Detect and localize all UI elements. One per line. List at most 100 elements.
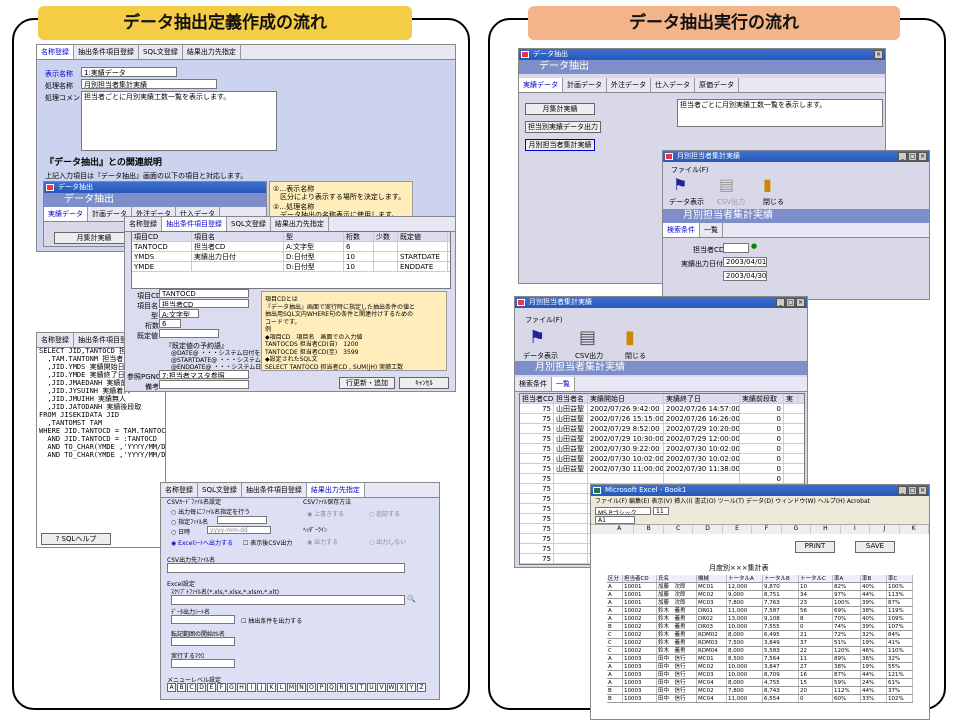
save-append[interactable]: ○ 追記する bbox=[369, 509, 400, 518]
menu-level-checkbox[interactable]: H bbox=[237, 683, 246, 692]
close-icon[interactable]: × bbox=[874, 50, 883, 59]
menu-level-checkbox[interactable]: Y bbox=[407, 683, 416, 692]
close-icon[interactable]: × bbox=[918, 486, 927, 495]
r1-tab-plan[interactable]: 計画データ bbox=[563, 78, 607, 92]
save-overwrite[interactable]: ◉ 上書きする bbox=[307, 509, 344, 518]
tab-output[interactable]: 結果出力先指定 bbox=[183, 45, 241, 59]
date-from-field[interactable]: 2003/04/01 bbox=[723, 257, 767, 267]
menu-level-checkbox[interactable]: C bbox=[187, 683, 196, 692]
report-row[interactable]: C 10002 鈴木 義男 RDM03 7,500 3,849 37 51% 19% 41% bbox=[607, 639, 913, 647]
table-row[interactable]: YMDE D:日付型 10 ENDDATE bbox=[132, 262, 450, 272]
process-name-field[interactable]: 月別担当者集計実績 bbox=[81, 79, 217, 89]
r2-btn-show[interactable]: データ表示 bbox=[669, 197, 704, 207]
excel-menu[interactable]: ファイル(F) 編集(E) 表示(V) 挿入(I) 書式(O) ツール(T) デ… bbox=[591, 496, 929, 505]
menu-level-checkbox[interactable]: U bbox=[367, 683, 376, 692]
report-row[interactable]: A 10002 鈴木 義男 DR01 11,000 7,587 56 69% 38% 119% bbox=[607, 607, 913, 615]
item-name-field[interactable]: 担当者CD bbox=[159, 299, 249, 308]
menu-level-checkbox[interactable]: A bbox=[167, 683, 176, 692]
r3-btn-close[interactable]: 閉じる bbox=[625, 351, 646, 361]
opt-fixed-name[interactable]: ○ 指定ﾌｧｲﾙ名 bbox=[171, 517, 208, 526]
monthly-actual-button[interactable]: 月集計実績 bbox=[525, 103, 595, 115]
person-code-field[interactable] bbox=[723, 243, 749, 253]
table-row[interactable]: 75 山田益聖 2002/07/29 10:30:00 2002/07/29 12:0… bbox=[520, 434, 804, 444]
table-row[interactable]: 75 山田益聖 2002/07/29 8:52:00 2002/07/29 10:20… bbox=[520, 424, 804, 434]
table-row[interactable]: 75 山田益聖 2002/07/30 11:00:00 2002/07/30 11:3… bbox=[520, 464, 804, 474]
report-row[interactable]: A 10003 田中 信行 MC04 8,000 4,755 15 59% 24% 61% bbox=[607, 679, 913, 687]
menu-level-checkbox[interactable]: B bbox=[177, 683, 186, 692]
tab-name-registration[interactable]: 名称登録 bbox=[37, 45, 74, 59]
w2-tab-condition[interactable]: 抽出条件項目登録 bbox=[162, 217, 227, 231]
minimize-icon[interactable]: _ bbox=[898, 152, 907, 161]
r3-tab-search[interactable]: 検索条件 bbox=[515, 377, 552, 391]
header-no-output[interactable]: ○ 出力しない bbox=[369, 537, 406, 546]
item-code-field[interactable]: TANTOCD bbox=[159, 289, 249, 298]
minimize-icon[interactable]: _ bbox=[898, 486, 907, 495]
report-row[interactable]: B 10003 田中 信行 MC02 7,800 8,743 20 112% 44% 37% bbox=[607, 687, 913, 695]
w4-tab-name[interactable]: 名称登録 bbox=[161, 483, 198, 497]
w2-tab-output[interactable]: 結果出力先指定 bbox=[271, 217, 329, 231]
menu-level-checkbox[interactable]: M bbox=[287, 683, 296, 692]
mini-tab-actual[interactable]: 実績データ bbox=[44, 207, 88, 221]
menu-level-checkbox[interactable]: S bbox=[347, 683, 356, 692]
fixed-name-field[interactable] bbox=[217, 516, 267, 524]
menu-level-checkbox[interactable]: X bbox=[397, 683, 406, 692]
r2-menu[interactable]: ファイル(F) bbox=[671, 165, 709, 175]
mini-monthly-button[interactable]: 月集計実績 bbox=[54, 232, 134, 244]
opt-datetime[interactable]: ○ 日時 bbox=[171, 527, 190, 536]
r3-btn-csv[interactable]: CSV出力 bbox=[575, 351, 603, 361]
report-row[interactable]: B 10003 田中 信行 MC04 11,000 6,554 0 60% 33% 102% bbox=[607, 695, 913, 703]
excel-print-button[interactable]: PRINT bbox=[795, 541, 835, 553]
tab-condition-items[interactable]: 抽出条件項目登録 bbox=[74, 45, 139, 59]
menu-level-checkbox[interactable]: T bbox=[357, 683, 366, 692]
search-icon[interactable]: 🔍 bbox=[407, 595, 416, 603]
menu-level-checkbox[interactable]: G bbox=[227, 683, 236, 692]
person-search-icon[interactable]: ● bbox=[751, 242, 757, 250]
macro-field[interactable] bbox=[171, 659, 235, 668]
menu-level-checkbox[interactable]: W bbox=[387, 683, 396, 692]
display-name-select[interactable]: 1:実績データ bbox=[81, 67, 177, 77]
table-row[interactable]: 75 山田益聖 2002/07/30 9:22:00 2002/07/30 10:02… bbox=[520, 444, 804, 454]
report-row[interactable]: A 10003 田中 信行 MC03 10,000 8,709 16 87% 44% 121% bbox=[607, 671, 913, 679]
ref-select[interactable]: 7:担当者マスタ参照 bbox=[159, 370, 249, 379]
person-export-button[interactable]: 担当別実績データ出力 bbox=[525, 121, 601, 133]
menu-level-checkbox[interactable]: V bbox=[377, 683, 386, 692]
w2-tab-name[interactable]: 名称登録 bbox=[125, 217, 162, 231]
r3-menu[interactable]: ファイル(F) bbox=[525, 315, 563, 325]
table-row[interactable]: YMDS 実績出力日付 D:日付型 10 STARTDATE bbox=[132, 252, 450, 262]
r3-btn-show[interactable]: データ表示 bbox=[523, 351, 558, 361]
table-row[interactable]: 75 山田益聖 2002/07/26 15:15:00 2002/07/26 16:2… bbox=[520, 414, 804, 424]
w3-tab-name[interactable]: 名称登録 bbox=[37, 333, 74, 347]
table-row[interactable]: 75 0 bbox=[520, 474, 804, 484]
w4-tab-output[interactable]: 結果出力先指定 bbox=[306, 483, 365, 497]
condition-grid[interactable]: 項目CD 項目名型桁数 少数 既定値 TANTOCD 担当者CD A:文字型 6 YMDS 実績出… bbox=[131, 231, 451, 289]
r1-tab-outsource[interactable]: 外注データ bbox=[607, 78, 651, 92]
row-update-button[interactable]: 行更新・追加 bbox=[339, 377, 395, 389]
report-row[interactable]: A 10001 加藤 次郎 MC03 7,800 7,763 23 100% 39% 87% bbox=[607, 599, 913, 607]
report-row[interactable]: A 10002 鈴木 義男 DR02 13,000 9,108 8 70% 40% 109% bbox=[607, 615, 913, 623]
menu-level-checkbox[interactable]: L bbox=[277, 683, 286, 692]
w2-tab-sql[interactable]: SQL文登録 bbox=[227, 217, 271, 231]
close-icon[interactable]: × bbox=[796, 298, 805, 307]
r2-btn-csv[interactable]: CSV出力 bbox=[717, 197, 745, 207]
opt-each-time[interactable]: ○ 出力毎にﾌｧｲﾙ名指定を行う bbox=[171, 507, 250, 516]
opt-excel[interactable]: ◉ Excelｼｰﾄへ出力する bbox=[171, 538, 233, 547]
minimize-icon[interactable]: _ bbox=[776, 298, 785, 307]
tab-sql[interactable]: SQL文登録 bbox=[139, 45, 183, 59]
r1-tab-cost[interactable]: 原価データ bbox=[695, 78, 739, 92]
header-output[interactable]: ◉ 出力する bbox=[307, 537, 338, 546]
report-row[interactable]: C 10002 鈴木 義男 RDM02 8,000 6,495 21 72% 32% 84% bbox=[607, 631, 913, 639]
csv-icon[interactable]: ▤ bbox=[579, 327, 596, 348]
door-icon[interactable]: ▮ bbox=[625, 327, 635, 348]
chk-csv-after[interactable]: ☐ 表示後CSV出力 bbox=[243, 538, 292, 547]
menu-level-checkbox[interactable]: J bbox=[257, 683, 266, 692]
table-row[interactable]: 75 山田益聖 2002/07/26 9:42:00 2002/07/26 14:57… bbox=[520, 404, 804, 414]
close-icon[interactable]: × bbox=[918, 152, 927, 161]
r1-tab-actual[interactable]: 実績データ bbox=[519, 78, 563, 92]
menu-level-checkbox[interactable]: D bbox=[197, 683, 206, 692]
r1-tab-purchase[interactable]: 仕入データ bbox=[651, 78, 695, 92]
csv-icon[interactable]: ▤ bbox=[719, 175, 734, 194]
w4-tab-condition[interactable]: 抽出条件項目登録 bbox=[242, 483, 307, 497]
cancel-button[interactable]: ｷｬﾝｾﾙ bbox=[399, 377, 449, 389]
r2-tab-list[interactable]: 一覧 bbox=[700, 223, 723, 237]
data-show-icon[interactable]: ⚑ bbox=[673, 175, 687, 194]
